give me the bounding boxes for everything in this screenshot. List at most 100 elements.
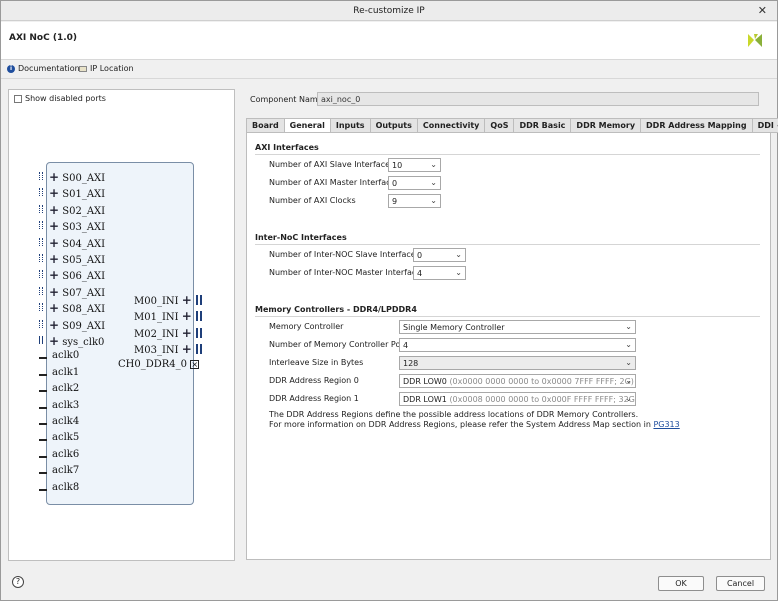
ip-location-link[interactable]: IP Location: [79, 64, 134, 73]
tab-general[interactable]: General: [283, 118, 330, 133]
expand-plus-icon[interactable]: +: [49, 219, 59, 233]
port-m02_ini[interactable]: M02_INI +: [134, 326, 192, 340]
chevron-down-icon: ⌄: [625, 376, 632, 385]
bus-port-marker: [39, 286, 43, 295]
port-label: M00_INI: [134, 296, 182, 307]
expand-plus-icon[interactable]: +: [49, 301, 59, 315]
close-icon[interactable]: ✕: [758, 1, 767, 21]
mc-ports-select[interactable]: 4 ⌄: [399, 338, 636, 352]
port-s01_axi[interactable]: + S01_AXI: [49, 186, 105, 200]
tab-ddr-memory[interactable]: DDR Memory: [570, 118, 641, 133]
bus-port-marker: [39, 221, 43, 230]
cancel-button[interactable]: Cancel: [716, 576, 765, 591]
expand-plus-icon[interactable]: +: [49, 285, 59, 299]
expand-plus-icon[interactable]: +: [49, 203, 59, 217]
port-aclk6[interactable]: aclk6: [52, 449, 79, 460]
port-label: S03_AXI: [59, 222, 106, 234]
expand-plus-icon[interactable]: +: [182, 293, 192, 307]
expand-plus-icon[interactable]: +: [182, 326, 192, 340]
port-m01_ini[interactable]: M01_INI +: [134, 309, 192, 323]
expand-plus-icon[interactable]: +: [49, 236, 59, 250]
port-s09_axi[interactable]: + S09_AXI: [49, 318, 105, 332]
chevron-down-icon: ⌄: [625, 358, 632, 367]
port-aclk0[interactable]: aclk0: [52, 350, 79, 361]
clock-port-stub: [39, 423, 47, 425]
inoc-master-select[interactable]: 4 ⌄: [413, 266, 466, 280]
clock-port-stub: [39, 390, 47, 393]
tab-ddr-basic[interactable]: DDR Basic: [513, 118, 571, 133]
chevron-down-icon: ⌄: [430, 160, 437, 169]
memory-controller-select[interactable]: Single Memory Controller ⌄: [399, 320, 636, 334]
tab-ddr-address-mapping[interactable]: DDR Address Mapping: [640, 118, 752, 133]
port-s06_axi[interactable]: + S06_AXI: [49, 268, 105, 282]
axi-clocks-select[interactable]: 9 ⌄: [388, 194, 441, 208]
expand-plus-icon[interactable]: +: [49, 170, 59, 184]
inoc-slave-select[interactable]: 0 ⌄: [413, 248, 466, 262]
tab-outputs[interactable]: Outputs: [369, 118, 417, 133]
tab-board[interactable]: Board: [246, 118, 284, 133]
port-label: S09_AXI: [59, 320, 106, 332]
axi-interfaces-title: AXI Interfaces: [255, 143, 319, 152]
expand-plus-icon[interactable]: +: [49, 268, 59, 282]
port-label: sys_clk0: [59, 337, 105, 348]
port-s02_axi[interactable]: + S02_AXI: [49, 203, 105, 217]
expand-plus-icon[interactable]: +: [182, 309, 192, 323]
port-aclk4[interactable]: aclk4: [52, 416, 79, 427]
component-name-input[interactable]: [317, 92, 759, 106]
documentation-link[interactable]: i Documentation: [7, 64, 80, 73]
port-s04_axi[interactable]: + S04_AXI: [49, 236, 105, 250]
tab-ddi[interactable]: DDI ‹ › ≡: [751, 118, 778, 133]
tab-inputs[interactable]: Inputs: [329, 118, 370, 133]
port-s05_axi[interactable]: + S05_AXI: [49, 252, 105, 266]
xilinx-logo-icon: [748, 34, 762, 47]
port-s03_axi[interactable]: + S03_AXI: [49, 219, 105, 233]
axi-slave-select[interactable]: 10 ⌄: [388, 158, 441, 172]
bus-port-marker: [39, 336, 43, 344]
bus-port-marker: [196, 344, 202, 355]
port-s08_axi[interactable]: + S08_AXI: [49, 301, 105, 315]
bus-port-marker: [196, 311, 202, 322]
tab-connectivity[interactable]: Connectivity: [416, 118, 485, 133]
expand-plus-icon[interactable]: +: [49, 318, 59, 332]
help-icon[interactable]: ?: [12, 576, 24, 588]
port-aclk8[interactable]: aclk8: [52, 482, 79, 493]
title-bar: Re-customize IP ✕: [1, 1, 777, 21]
port-s07_axi[interactable]: + S07_AXI: [49, 285, 105, 299]
port-aclk5[interactable]: aclk5: [52, 432, 79, 443]
port-aclk7[interactable]: aclk7: [52, 465, 79, 476]
tab-qos[interactable]: QoS: [484, 118, 514, 133]
expand-plus-icon[interactable]: +: [49, 186, 59, 200]
ok-button[interactable]: OK: [658, 576, 704, 591]
bus-port-marker: [39, 319, 43, 328]
port-aclk1[interactable]: aclk1: [52, 367, 79, 378]
port-m03_ini[interactable]: M03_INI +: [134, 342, 192, 356]
port-m00_ini[interactable]: M00_INI +: [134, 293, 192, 307]
ddr-region0-label: DDR Address Region 0: [269, 376, 359, 385]
pg313-link[interactable]: PG313: [653, 420, 679, 429]
clock-port-stub: [39, 357, 47, 360]
ddr-region1-select[interactable]: DDR LOW1 (0x0008 0000 0000 to 0x000F FFF…: [399, 392, 636, 406]
expand-plus-icon[interactable]: +: [182, 342, 192, 356]
component-name-label: Component Name: [250, 95, 323, 104]
config-panel: Component Name Board General Inputs Outp…: [245, 89, 778, 561]
bus-port-marker: [39, 237, 43, 246]
port-ch0-ddr4-0[interactable]: CH0_DDR4_0 ×: [118, 359, 200, 370]
port-s00_axi[interactable]: + S00_AXI: [49, 170, 105, 184]
port-label: S01_AXI: [59, 189, 106, 201]
port-aclk3[interactable]: aclk3: [52, 400, 79, 411]
expand-plus-icon[interactable]: +: [49, 334, 59, 348]
info-icon: i: [7, 64, 15, 73]
port-aclk2[interactable]: aclk2: [52, 383, 79, 394]
axi-master-select[interactable]: 0 ⌄: [388, 176, 441, 190]
show-disabled-ports-checkbox[interactable]: Show disabled ports: [14, 94, 106, 103]
expand-plus-icon[interactable]: +: [49, 252, 59, 266]
ddr-region-note-1: The DDR Address Regions define the possi…: [269, 410, 639, 419]
interleave-size-select[interactable]: 128 ⌄: [399, 356, 636, 370]
ip-header: AXI NoC (1.0): [1, 22, 777, 60]
port-label: S08_AXI: [59, 304, 106, 316]
checkbox-box[interactable]: [14, 94, 22, 103]
port-sys_clk0[interactable]: + sys_clk0: [49, 334, 104, 348]
ddr-region0-select[interactable]: DDR LOW0 (0x0000 0000 0000 to 0x0000 7FF…: [399, 374, 636, 388]
bus-port-marker: [39, 303, 43, 312]
port-label: S04_AXI: [59, 238, 106, 250]
